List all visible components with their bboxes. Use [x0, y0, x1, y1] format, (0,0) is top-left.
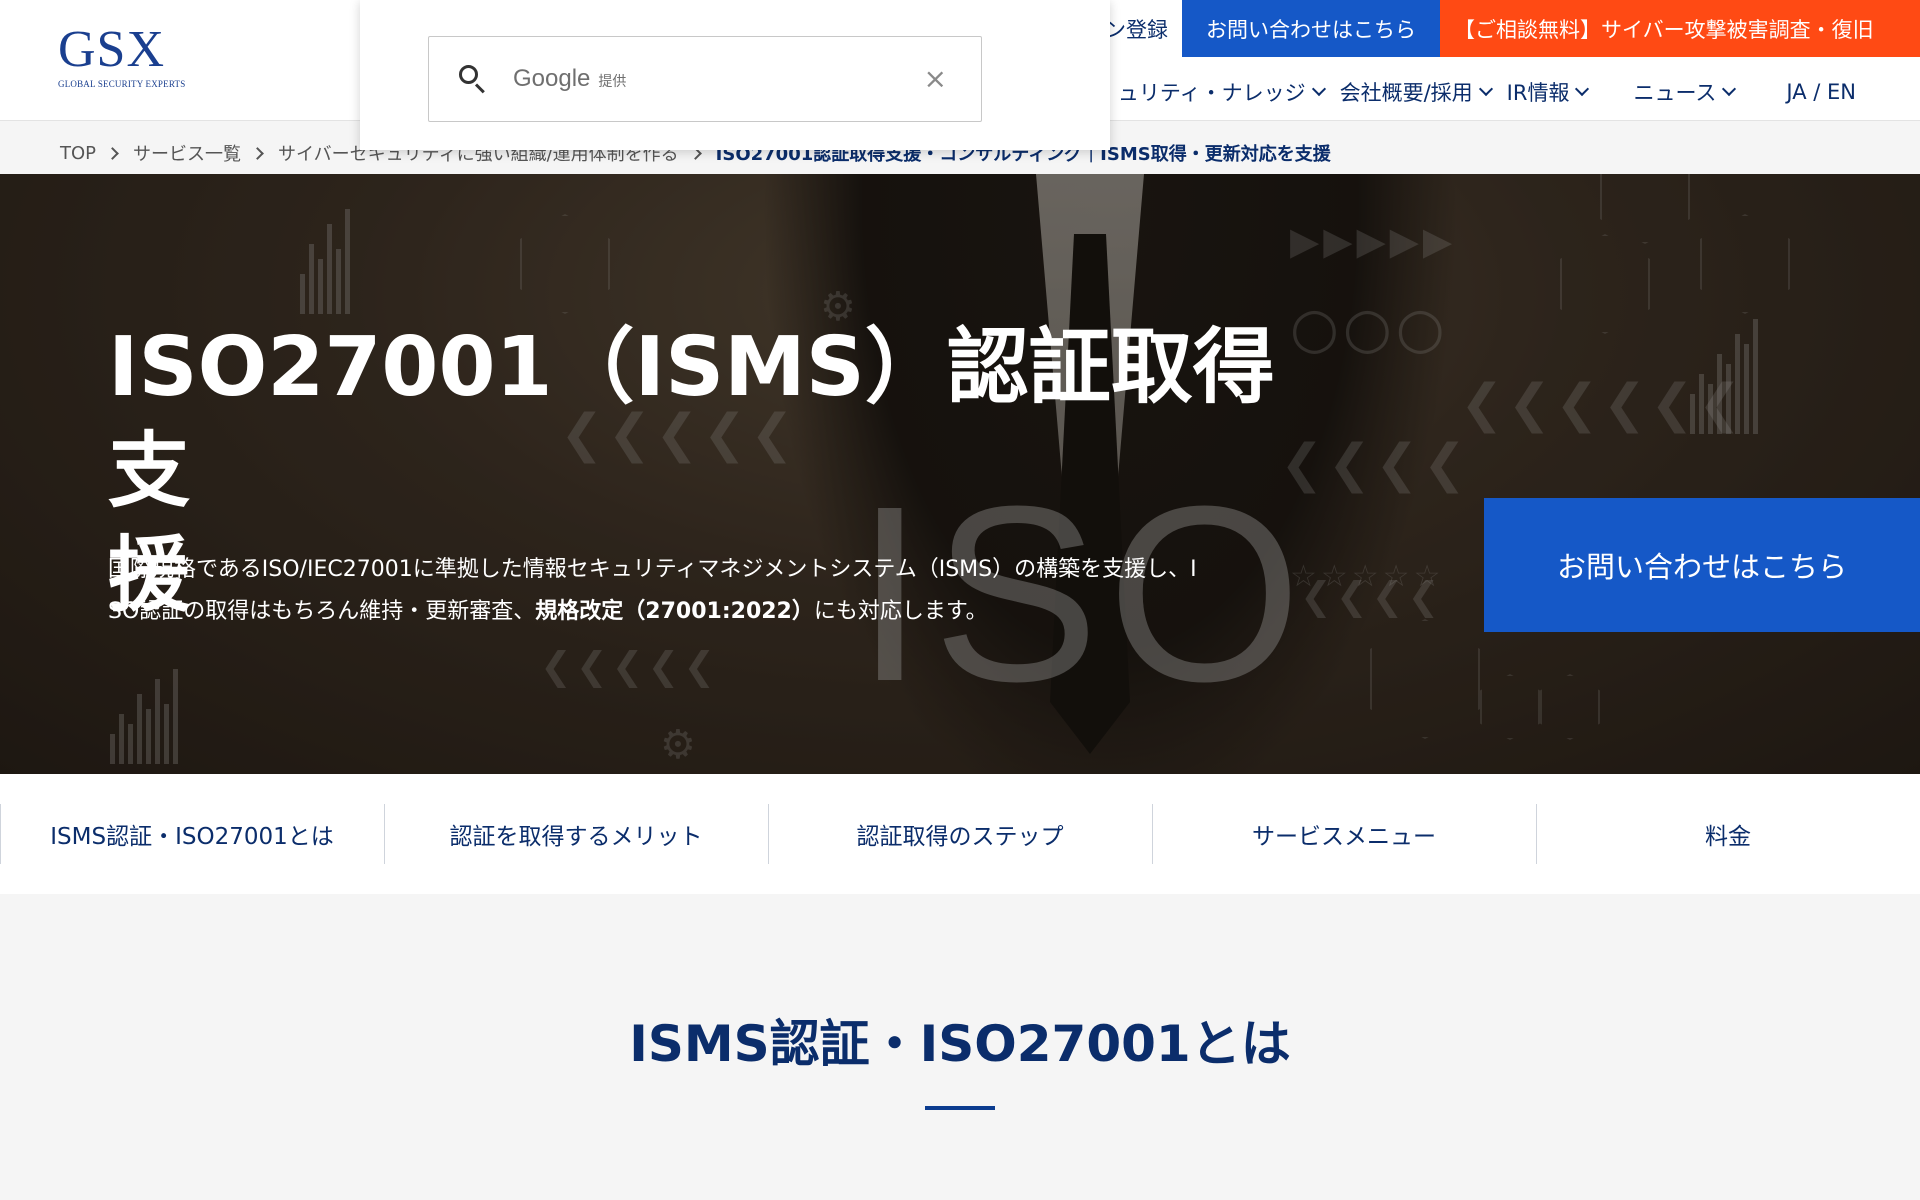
tab-service-menu[interactable]: サービスメニュー — [1152, 774, 1536, 894]
powered-by-google: Google 提供 — [513, 65, 626, 93]
hero-description-line2: SO認証の取得はもちろん維持・更新審査、 — [108, 599, 536, 624]
powered-label: 提供 — [598, 74, 627, 90]
hero-description: 国際規格であるISO/IEC27001に準拠した情報セキュリティマネジメントシス… — [108, 549, 1308, 633]
chevron-down-icon — [1575, 81, 1590, 97]
breadcrumb-top[interactable]: TOP — [60, 143, 96, 164]
logo-mark: GSX — [58, 21, 166, 78]
contact-link[interactable]: お問い合わせはこちら — [1182, 0, 1440, 57]
main-nav: ュリティ・ナレッジ 会社概要/採用 IR情報 ニュース JA / EN — [1118, 72, 1920, 112]
hero-description-line1: 国際規格であるISO/IEC27001に準拠した情報セキュリティマネジメントシス… — [108, 557, 1197, 582]
breadcrumb-services[interactable]: サービス一覧 — [133, 140, 241, 166]
tab-steps[interactable]: 認証取得のステップ — [768, 774, 1152, 894]
logo-subtitle: GLOBAL SECURITY EXPERTS — [58, 79, 186, 89]
hero-contact-button[interactable]: お問い合わせはこちら — [1484, 498, 1920, 632]
nav-item-news[interactable]: ニュース — [1633, 77, 1740, 107]
nav-item-label: ニュース — [1633, 81, 1717, 105]
hero-description-end: にも対応します。 — [813, 599, 988, 624]
tab-about-isms[interactable]: ISMS認証・ISO27001とは — [0, 774, 384, 894]
hero-description-emphasis: 規格改定（27001:2022） — [535, 599, 814, 624]
nav-item-ir[interactable]: IR情報 — [1507, 77, 1594, 107]
chevron-right-icon — [251, 146, 264, 160]
chevron-right-icon — [106, 146, 119, 160]
section-divider — [925, 1106, 995, 1110]
incident-response-link[interactable]: 【ご相談無料】サイバー攻撃被害調査・復旧 — [1440, 0, 1920, 57]
search-panel: Google 提供 × — [360, 0, 1110, 150]
page-title-line1: ISO27001（ISMS）認証取得支 — [108, 320, 1275, 519]
top-bar: ン登録 お問い合わせはこちら 【ご相談無料】サイバー攻撃被害調査・復旧 — [1091, 0, 1920, 57]
nav-item-label: IR情報 — [1506, 81, 1570, 105]
tab-pricing[interactable]: 料金 — [1536, 774, 1920, 894]
gsx-logo[interactable]: GSX GLOBAL SECURITY EXPERTS — [58, 21, 186, 94]
chevron-down-icon — [1311, 81, 1326, 97]
language-switch[interactable]: JA / EN — [1786, 80, 1856, 104]
chevron-down-icon — [1478, 81, 1493, 97]
search-icon[interactable] — [457, 63, 491, 97]
search-input[interactable]: Google 提供 × — [428, 36, 982, 122]
section-heading: ISMS認証・ISO27001とは — [629, 1015, 1291, 1073]
nav-item-company[interactable]: 会社概要/採用 — [1340, 77, 1497, 107]
nav-item-knowledge[interactable]: ュリティ・ナレッジ — [1118, 77, 1330, 107]
section-tabs: ISMS認証・ISO27001とは 認証を取得するメリット 認証取得のステップ … — [0, 774, 1920, 894]
nav-item-label: ュリティ・ナレッジ — [1117, 81, 1306, 105]
chevron-down-icon — [1722, 81, 1737, 97]
hero-banner: ISO ❮❮❮❮❮ ❮❮❮❮❮❮ ❮❮❮❮ ❮❮❮❮❮ ❮❮❮❮ ▶▶▶▶▶ ☆… — [0, 174, 1920, 774]
tab-merits[interactable]: 認証を取得するメリット — [384, 774, 768, 894]
nav-item-label: 会社概要/採用 — [1339, 81, 1473, 105]
google-brand: Google — [513, 65, 591, 92]
close-icon[interactable]: × — [924, 59, 947, 99]
